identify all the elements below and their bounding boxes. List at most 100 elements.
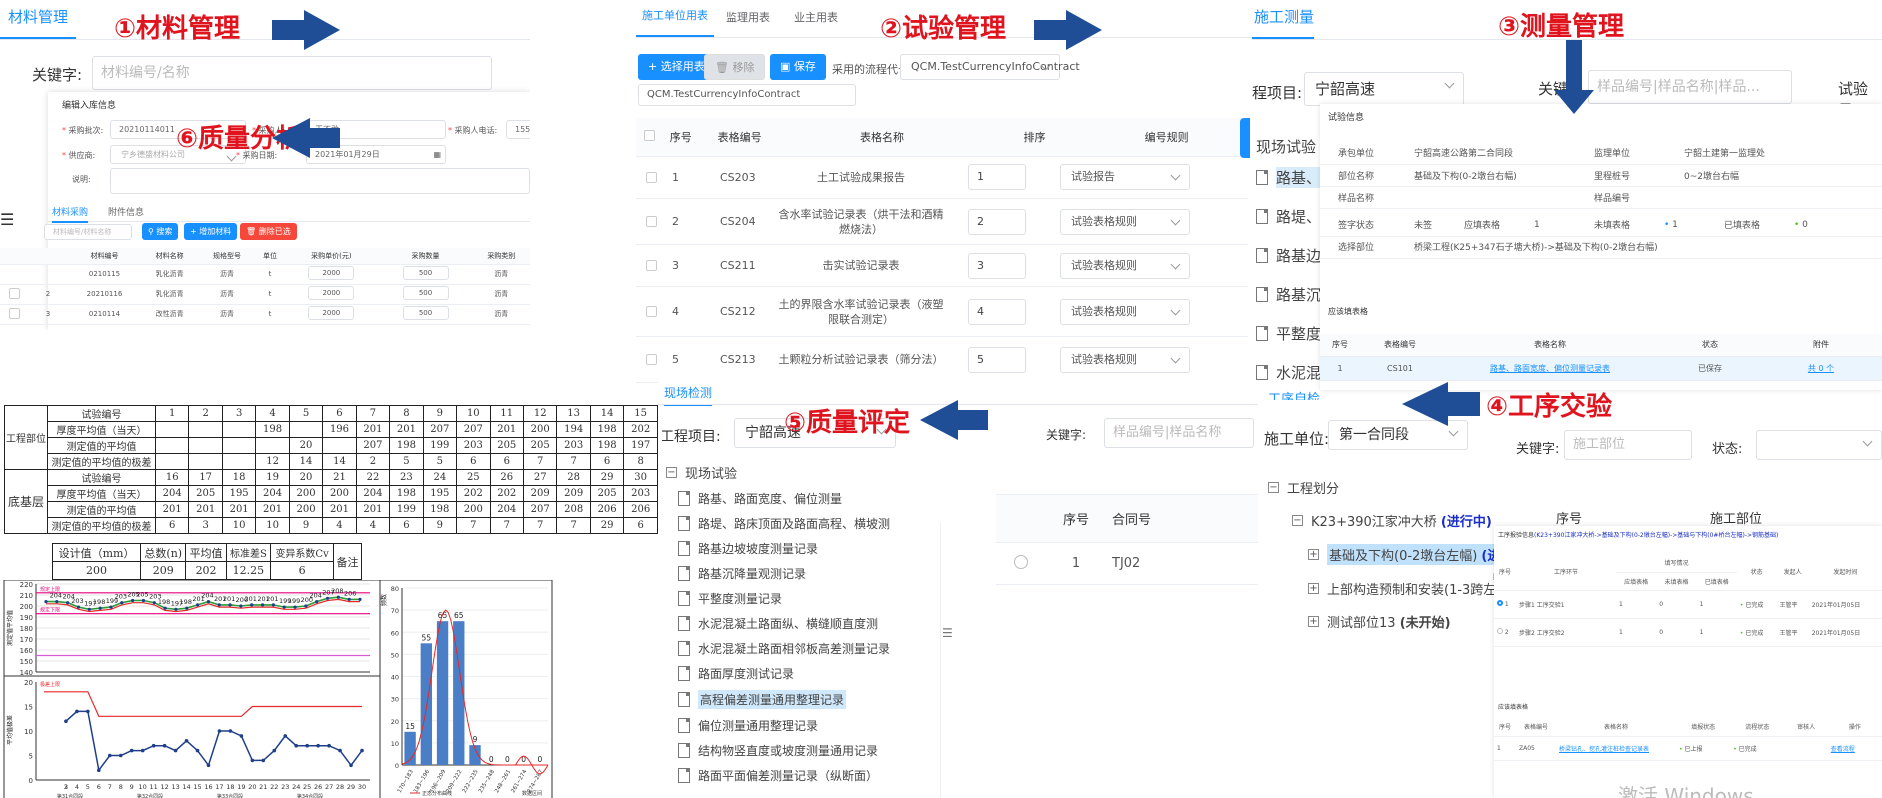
tab-field-test[interactable]: 现场检测 [664,384,713,406]
material-keyword-input[interactable]: 材料编号/名称 [92,56,492,90]
expand-icon[interactable]: + [1308,616,1319,627]
table-row[interactable]: 1 TJ02 [996,542,1258,585]
tree-item[interactable]: 平整度测量记录 [678,590,946,607]
status-select[interactable] [1756,430,1882,460]
tree-root[interactable]: − 现场试验 [666,463,946,482]
collapse-icon[interactable]: − [1292,515,1303,526]
rule-select[interactable]: 试验表格规则 [1060,346,1190,373]
rule-select[interactable]: 试验报告 [1060,164,1190,190]
attachment-link[interactable]: 共 0 个 [1808,364,1834,373]
remove-button[interactable]: 🗑 移除 [704,54,766,80]
row-checkbox[interactable] [646,306,657,317]
form-link[interactable]: 路基、路面宽度、偏位测量记录表 [1490,364,1610,373]
tree-root[interactable]: − 工程划分 [1268,478,1482,497]
row-radio[interactable] [1014,554,1028,569]
radio-selected[interactable] [1497,600,1503,606]
subtab-purchase[interactable]: 材料采购 [52,205,89,223]
select-all-checkbox[interactable] [643,129,655,141]
tab-owner-forms[interactable]: 业主用表 [782,0,850,37]
view-flow-link[interactable]: 查看流程 [1831,746,1855,753]
tree-node[interactable]: + 测试部位13 (未开始) [1308,612,1482,631]
form-link[interactable]: 桥梁钻孔、挖孔灌注桩检查记录表 [1559,746,1649,753]
price-input[interactable]: 2000 [308,306,355,320]
tree-item[interactable]: 水泥混凝土路面纵、横缝顺直度测 [678,615,946,632]
order-input[interactable]: 3 [968,252,1026,279]
tab-survey[interactable]: 施工测量 [1252,0,1315,39]
self-check-tab[interactable]: 工序自检 [1268,388,1320,400]
tree-item[interactable]: 路面平面偏差测量记录（纵断面） [678,767,946,784]
price-input[interactable]: 2000 [308,266,355,280]
tab-supervisor-forms[interactable]: 监理用表 [714,0,782,37]
tree-node-selected[interactable]: +基础及下构(0-2墩台左幅)(进行中) [1308,544,1535,565]
row-checkbox[interactable] [646,171,657,183]
table-row[interactable]: 2 CS204 含水率试验记录表（烘干法和酒精燃烧法） 2 试验表格规则 [636,199,1248,245]
tab-material[interactable]: 材料管理 [0,0,77,39]
tree-item[interactable]: 路基沉降量观测记录 [678,565,946,582]
tree-item[interactable]: 水泥混凝土路面相邻板高差测量记录 [678,640,946,657]
table-row[interactable]: 3 CS211 击实试验记录表 3 试验表格规则 [636,245,1248,287]
project-select[interactable]: 宁韶高速 [1304,72,1464,106]
table-row[interactable]: 2 20210116 乳化沥青 沥青 t 2000 500 沥青 [0,284,530,305]
delete-selected-button[interactable]: 🗑 删除已选 [240,223,297,240]
add-material-button[interactable]: + 增加材料 [184,223,238,240]
rule-select[interactable]: 试验表格规则 [1060,252,1190,279]
table-row[interactable]: 5 CS213 土颗粒分析试验记录表（筛分法） 5 试验表格规则 [636,337,1248,383]
table-row[interactable]: 1 CS203 土工试验成果报告 1 试验报告 [636,156,1248,199]
row-checkbox[interactable] [646,216,657,227]
menu-icon[interactable]: ☰ [0,210,14,229]
tree-item[interactable]: 路面厚度测试记录 [678,665,946,682]
data-label: 201 [223,595,235,603]
expand-icon[interactable]: + [1308,583,1319,594]
collapse-icon[interactable]: − [1268,482,1279,493]
table-row[interactable]: 2 步骤2 工序交验2 1 0 1 • 已完成 王管平 2021年01月05日 [1494,618,1882,647]
row-checkbox[interactable] [8,307,20,319]
tree-item[interactable]: 路堤、路床顶面及路面高程、横坡测 [678,515,946,532]
table-row[interactable]: 1 CS101 路基、路面宽度、偏位测量记录表 已保存共 0 个 [1320,356,1882,381]
list-toggle-icon[interactable]: ☰ [942,626,953,640]
table-row[interactable]: 1 ZA05 桥梁钻孔、挖孔灌注桩检查记录表 • 已上报 • 已完成 查看流程 [1494,736,1882,761]
phone-input[interactable]: 15562558526 [506,120,530,139]
order-input[interactable]: 5 [968,346,1026,373]
table-row[interactable]: 0210115 乳化沥青 沥青 t 2000 500 沥青 [0,264,530,285]
flow-select[interactable]: QCM.TestCurrencyInfoContract [900,54,1080,80]
test-info-dialog: 试验信息 承包单位 宁韶高速公路第二合同段 监理单位 宁韶土建第一监理处 部位名称 基础… [1320,104,1882,390]
order-input[interactable]: 2 [968,208,1026,235]
order-input[interactable]: 4 [968,298,1026,325]
row-checkbox[interactable] [8,287,20,299]
side-handle[interactable] [1240,118,1250,158]
date-input[interactable]: 2021年01月29日 ▦ [306,145,446,164]
rule-select[interactable]: 试验表格规则 [1060,298,1190,325]
table-row[interactable]: 3 0210114 改性沥青 沥青 t 2000 500 沥青 [0,304,530,325]
material-search-input[interactable]: 材料编号/材料名称 [44,224,132,240]
tree-item[interactable]: 高程偏差测量通用整理记录 [678,690,946,709]
rule-select[interactable]: 试验表格规则 [1060,208,1190,235]
radio[interactable] [1497,628,1503,634]
tree-item[interactable]: 结构物竖直度或坡度测量通用记录 [678,742,946,759]
unit-select[interactable]: 第一合同段 [1328,420,1468,450]
table-row[interactable]: 4 CS212 土的界限含水率试验记录表（液塑限联合测定） 4 试验表格规则 [636,287,1248,337]
collapse-icon[interactable]: − [666,467,677,478]
sample-search-input[interactable]: 样品编号|样品名称|样品... [1588,70,1792,104]
row-checkbox[interactable] [646,260,657,271]
tree-item[interactable]: 路基、路面宽度、偏位测量 [678,490,946,507]
part-search-input[interactable]: 施工部位 [1564,430,1692,460]
qty-input[interactable]: 500 [402,266,449,280]
tree-item[interactable]: 偏位测量通用整理记录 [678,717,946,734]
price-input[interactable]: 2000 [308,286,355,300]
order-input[interactable]: 1 [968,164,1026,190]
qty-input[interactable]: 500 [402,286,449,300]
tree-node[interactable]: +上部构造预制和安装(1-3跨左幅)( [1308,579,1520,598]
buyer-input[interactable]: 王不敢 [306,120,446,139]
qty-input[interactable]: 500 [402,306,449,320]
subtab-attachment[interactable]: 附件信息 [108,205,144,218]
note-input[interactable] [110,168,530,194]
table-row[interactable]: 1 步骤1 工序交验1 1 0 1 • 已完成 王管平 2021年01月05日 [1494,590,1882,619]
tab-contractor-forms[interactable]: 施工单位用表 [636,0,714,37]
tree-node[interactable]: − K23+390江家冲大桥 (进行中) [1292,511,1492,530]
tree-item[interactable]: 路基边坡坡度测量记录 [678,540,946,557]
search-button[interactable]: ⚲ 搜索 [142,223,179,240]
expand-icon[interactable]: + [1308,549,1319,560]
save-button[interactable]: ▣ 保存 [770,54,826,80]
sample-search-input[interactable]: 样品编号|样品名称 [1104,418,1254,448]
row-checkbox[interactable] [646,354,657,365]
